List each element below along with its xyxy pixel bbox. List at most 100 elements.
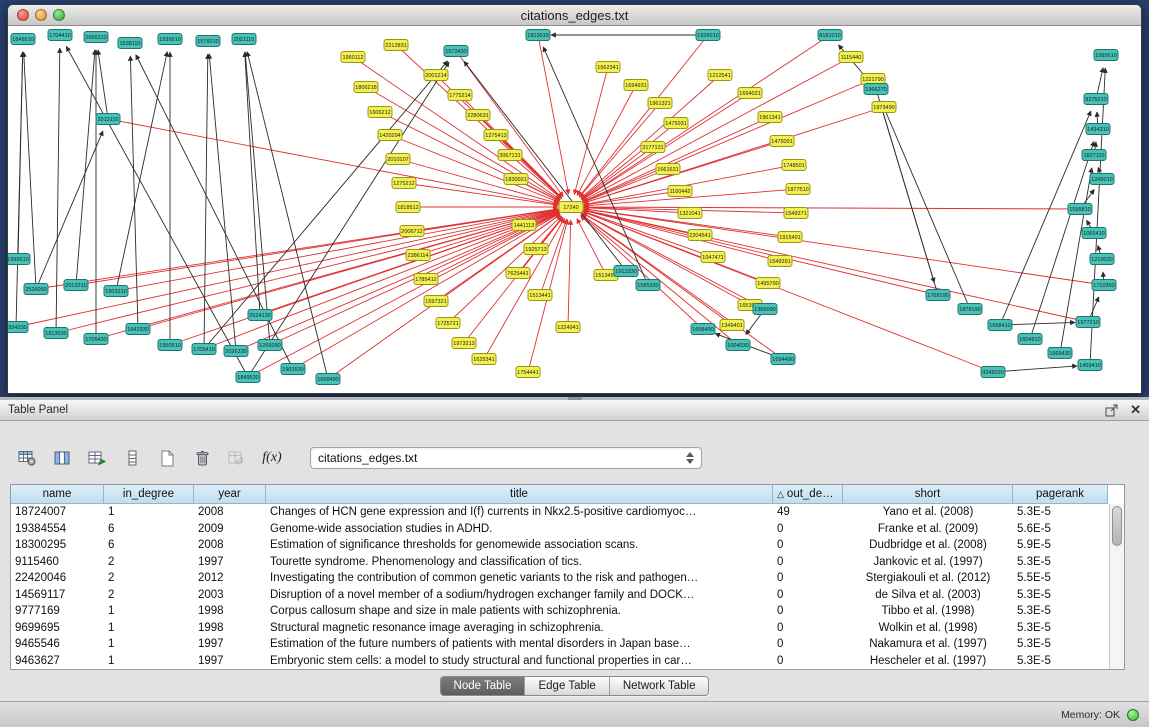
graph-node[interactable]: 1710350 — [1092, 280, 1116, 291]
graph-edge[interactable] — [993, 366, 1077, 372]
graph-node[interactable]: 1813010 — [526, 30, 550, 41]
graph-node[interactable]: 1576010 — [196, 36, 220, 47]
graph-node[interactable]: 1694490 — [771, 354, 795, 365]
edit-table-icon[interactable] — [84, 446, 110, 470]
graph-node[interactable]: 1995610 — [1094, 50, 1118, 61]
column-header-pagerank[interactable]: pagerank — [1013, 485, 1108, 504]
graph-node[interactable]: 1785412 — [414, 274, 438, 285]
network-table-selector[interactable]: citations_edges.txt — [310, 447, 702, 469]
graph-node[interactable]: 1221790 — [861, 74, 885, 85]
graph-node[interactable]: 1513441 — [528, 290, 552, 301]
table-row[interactable]: 946554611997Estimation of the future num… — [11, 636, 1124, 653]
graph-node[interactable]: 1977210 — [1076, 317, 1100, 328]
graph-node[interactable]: 2624130 — [248, 310, 272, 321]
graph-node[interactable]: 1434310 — [1086, 124, 1110, 135]
table-row[interactable]: 1938455462009Genome-wide association stu… — [11, 521, 1124, 538]
graph-node[interactable]: 1849530 — [236, 372, 260, 383]
graph-node[interactable]: 1818512 — [396, 202, 420, 213]
new-table-icon[interactable] — [154, 446, 180, 470]
graph-node[interactable]: 1441113 — [512, 220, 536, 231]
graph-node[interactable]: 1878190 — [958, 304, 982, 315]
graph-edge[interactable] — [582, 93, 750, 200]
graph-node[interactable]: 2006712 — [400, 226, 424, 237]
graph-node[interactable]: 1748501 — [782, 160, 806, 171]
graph-node[interactable]: 2010107 — [386, 154, 410, 165]
graph-edge[interactable] — [116, 52, 167, 291]
graph-node[interactable]: 1549371 — [784, 208, 808, 219]
graph-node[interactable]: 2021110 — [232, 34, 256, 45]
zoom-window-icon[interactable] — [53, 9, 65, 21]
graph-node[interactable]: 1606212 — [368, 107, 392, 118]
graph-edge[interactable] — [1000, 111, 1091, 325]
graph-node[interactable]: 1903310 — [104, 286, 128, 297]
table-row[interactable]: 911546021997Tourette syndrome. Phenomeno… — [11, 554, 1124, 571]
graph-edge[interactable] — [204, 212, 559, 349]
graph-edge[interactable] — [398, 159, 558, 204]
tab-network-table[interactable]: Network Table — [609, 677, 709, 695]
graph-node[interactable]: 1661631 — [656, 164, 680, 175]
graph-edge[interactable] — [584, 210, 1088, 322]
graph-node[interactable]: 2212831 — [384, 40, 408, 51]
graph-node[interactable]: 1961341 — [758, 112, 782, 123]
graph-node[interactable]: 1950510 — [158, 340, 182, 351]
graph-edge[interactable] — [98, 50, 108, 119]
graph-node[interactable]: 1694931 — [624, 80, 648, 91]
column-header-in-degree[interactable]: in_degree — [104, 485, 194, 504]
graph-node[interactable]: 1827110 — [1082, 150, 1106, 161]
graph-edge[interactable] — [204, 54, 208, 349]
graph-node[interactable]: 1806218 — [354, 82, 378, 93]
graph-node[interactable]: 1966270 — [864, 84, 888, 95]
graph-node[interactable]: 1830021 — [504, 174, 528, 185]
float-panel-icon[interactable] — [1105, 404, 1118, 417]
graph-node[interactable]: 1642330 — [126, 324, 150, 335]
graph-edge[interactable] — [138, 211, 558, 329]
graph-node[interactable]: 1625341 — [472, 354, 496, 365]
graph-node[interactable]: 2280631 — [466, 110, 490, 121]
column-header-name[interactable]: name — [11, 485, 104, 504]
graph-node[interactable]: 1275212 — [392, 178, 416, 189]
graph-node[interactable]: 1694021 — [738, 88, 762, 99]
graph-edge[interactable] — [574, 67, 608, 194]
graph-node[interactable]: 1838110 — [118, 38, 142, 49]
graph-node[interactable]: 1705410 — [192, 344, 216, 355]
graph-node[interactable]: 2013310 — [64, 280, 88, 291]
graph-node[interactable]: 1495790 — [756, 278, 780, 289]
graph-node[interactable]: 1245010 — [1090, 174, 1114, 185]
window-titlebar[interactable]: citations_edges.txt — [8, 5, 1141, 26]
table-row[interactable]: 977716911998Corpus callosum shape and si… — [11, 603, 1124, 620]
show-columns-icon[interactable] — [49, 446, 75, 470]
graph-node[interactable]: 1926010 — [696, 30, 720, 41]
graph-node[interactable]: 1420294 — [378, 130, 402, 141]
graph-node[interactable]: 1065410 — [1082, 228, 1106, 239]
table-row[interactable]: 1456911722003Disruption of a novel membe… — [11, 587, 1124, 604]
graph-node[interactable]: 2066310 — [84, 32, 108, 43]
graph-node[interactable]: 1775214 — [448, 90, 472, 101]
table-row[interactable]: 969969511998Structural magnetic resonanc… — [11, 620, 1124, 637]
graph-node[interactable]: 1160442 — [668, 186, 692, 197]
graph-edge[interactable] — [245, 52, 270, 345]
graph-node[interactable]: 2386114 — [406, 250, 430, 261]
graph-edge[interactable] — [1030, 141, 1094, 339]
table-row[interactable]: 1830029562008Estimation of significance … — [11, 537, 1124, 554]
table-row[interactable]: 2242004622012Investigating the contribut… — [11, 570, 1124, 587]
graph-node[interactable]: 1925713 — [524, 244, 548, 255]
graph-edge[interactable] — [76, 209, 558, 285]
graph-node[interactable]: 1604910 — [1018, 334, 1042, 345]
graph-node[interactable]: 1321041 — [678, 208, 702, 219]
graph-node[interactable]: 1562341 — [596, 62, 620, 73]
column-header-out-de-[interactable]: △out_de… — [773, 485, 843, 504]
graph-edge[interactable] — [582, 215, 783, 359]
graph-edge[interactable] — [56, 210, 558, 333]
graph-node[interactable]: 1915491 — [778, 232, 802, 243]
graph-edge[interactable] — [390, 135, 559, 202]
graph-node[interactable]: 1849510 — [11, 34, 35, 45]
graph-node[interactable]: 1705430 — [84, 334, 108, 345]
graph-node[interactable]: 2204541 — [688, 230, 712, 241]
graph-node[interactable]: 8181010 — [818, 30, 842, 41]
graph-node[interactable]: 1047471 — [701, 252, 725, 263]
graph-node[interactable]: 1549391 — [768, 256, 792, 267]
column-header-short[interactable]: short — [843, 485, 1013, 504]
network-view-canvas[interactable]: 1960112180621816062121420294201010712752… — [8, 27, 1141, 393]
graph-node[interactable]: 1658410 — [988, 320, 1012, 331]
graph-node[interactable]: 3177131 — [641, 142, 665, 153]
